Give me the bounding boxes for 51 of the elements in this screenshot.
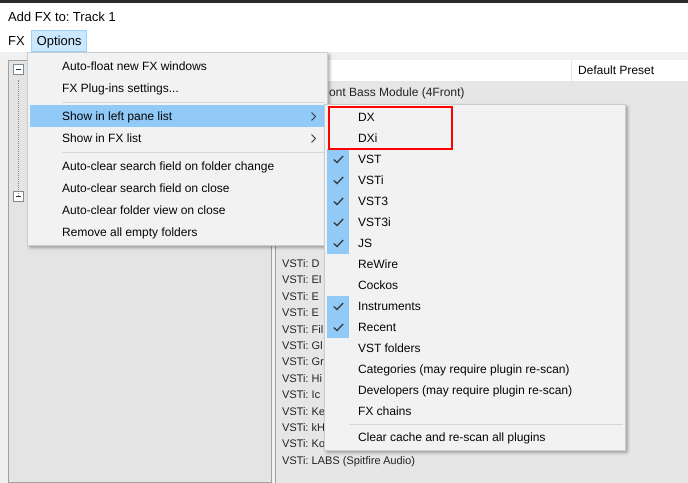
menu-item[interactable]: DX <box>327 107 623 128</box>
checkmark-icon <box>332 239 344 248</box>
list-item[interactable]: ont Bass Module (4Front) <box>329 85 464 99</box>
list-item[interactable]: VSTi: Gr <box>282 356 324 368</box>
menu-item[interactable]: Auto-clear search field on folder change <box>30 155 325 177</box>
menu-item[interactable]: Recent <box>327 317 623 338</box>
menu-item[interactable]: JS <box>327 233 623 254</box>
menu-item[interactable]: Cockos <box>327 275 623 296</box>
checkmark-icon <box>332 302 344 311</box>
list-item[interactable]: VSTi: E <box>282 307 319 320</box>
menu-item[interactable]: Auto-float new FX windows <box>30 55 325 77</box>
menu-item[interactable]: VST3 <box>327 191 623 212</box>
checkmark-icon <box>332 155 344 164</box>
menu-item[interactable]: Options <box>30 30 88 52</box>
list-item[interactable]: VSTi: kH <box>282 422 325 434</box>
list-item[interactable]: VSTi: El <box>282 274 322 286</box>
checkmark-icon <box>332 218 344 227</box>
window-title: Add FX to: Track 1 <box>8 8 116 26</box>
menu-item[interactable]: Show in FX list <box>30 127 325 149</box>
menu-item[interactable]: Developers (may require plugin re-scan) <box>327 380 623 401</box>
list-item[interactable]: VSTi: Fil <box>282 324 324 336</box>
column-header[interactable]: Default Preset <box>572 60 654 81</box>
checkmark-icon <box>332 176 344 185</box>
checkmark-icon <box>332 197 344 206</box>
menu-item[interactable]: VST <box>327 149 623 170</box>
list-item[interactable]: VSTi: Ke <box>282 406 325 418</box>
menu-item[interactable]: FX Plug-ins settings... <box>30 77 325 99</box>
list-item[interactable]: VSTi: Ko <box>282 438 325 450</box>
menu-item[interactable]: Categories (may require plugin re-scan) <box>327 359 623 380</box>
collapse-icon[interactable] <box>13 191 24 202</box>
menu-item[interactable]: Clear cache and re-scan all plugins <box>327 427 623 448</box>
menu-item[interactable]: FX <box>2 30 31 52</box>
menu-item[interactable]: VSTi <box>327 170 623 191</box>
list-item[interactable]: VSTi: Hi <box>282 372 322 385</box>
menu-item[interactable]: Instruments <box>327 296 623 317</box>
list-item[interactable]: VSTi: Ic <box>282 389 320 402</box>
menu-item[interactable]: VST3i <box>327 212 623 233</box>
menu-item[interactable]: ReWire <box>327 254 623 275</box>
list-item[interactable]: VSTi: D <box>282 258 320 270</box>
menu-item[interactable]: Auto-clear search field on close <box>30 177 325 199</box>
menu-item[interactable]: Show in left pane list <box>30 105 325 127</box>
checkmark-icon <box>332 323 344 332</box>
menu-item[interactable]: DXi <box>327 128 623 149</box>
list-item[interactable]: VSTi: Gl <box>282 340 323 352</box>
list-item[interactable]: VSTi: LABS (Spitfire Audio) <box>282 454 415 467</box>
list-item[interactable]: VSTi: E <box>282 290 319 303</box>
collapse-icon[interactable] <box>13 64 24 75</box>
menu-item[interactable]: FX chains <box>327 401 623 422</box>
menu-item[interactable]: Remove all empty folders <box>30 221 325 243</box>
menu-item[interactable]: Auto-clear folder view on close <box>30 199 325 221</box>
menu-item[interactable]: VST folders <box>327 338 623 359</box>
